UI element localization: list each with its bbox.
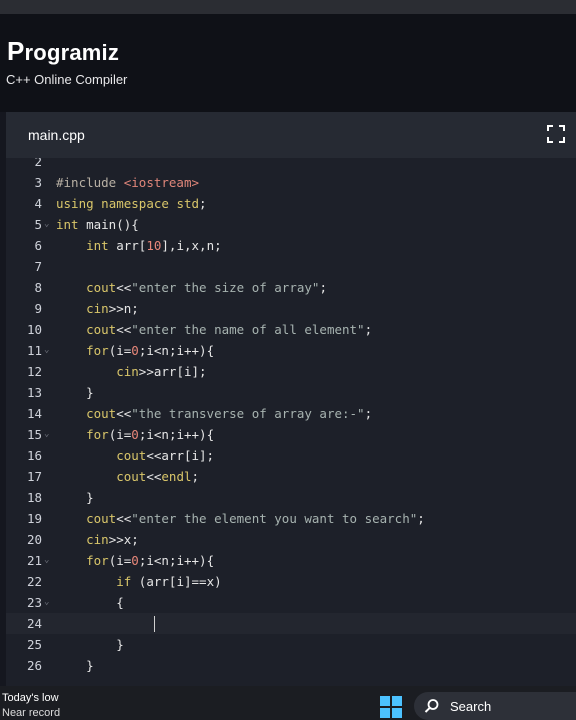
code-line[interactable]: 4 using namespace std; [6, 193, 576, 214]
code-text: int arr[10],i,x,n; [86, 238, 222, 253]
text-cursor [154, 616, 155, 632]
tab-main-cpp[interactable]: main.cpp [28, 127, 85, 143]
editor-tab-bar: main.cpp [6, 112, 576, 158]
code-line[interactable]: 8 cout<<"enter the size of array"; [6, 277, 576, 298]
weather-widget-line1[interactable]: Today's low [2, 692, 59, 704]
code-line[interactable]: 3 #include <iostream> [6, 172, 576, 193]
site-header: Programiz C++ Online Compiler [0, 14, 576, 112]
code-line[interactable]: 26 } [6, 655, 576, 676]
code-line[interactable]: 21 ⌄ for(i=0;i<n;i++){ [6, 550, 576, 571]
line-number: 8 [34, 280, 42, 295]
code-text: cout<<"the transverse of array are:-"; [86, 406, 373, 421]
taskbar-search[interactable]: Search [414, 692, 576, 720]
line-number: 21 [26, 553, 42, 568]
line-number: 2 [34, 158, 42, 169]
code-text: cin>>x; [86, 532, 139, 547]
fold-arrow-icon[interactable]: ⌄ [44, 424, 49, 445]
code-text: cin>>arr[i]; [116, 364, 207, 379]
taskbar: Today's low Near record Search [0, 686, 576, 720]
code-text: cout<<endl; [116, 469, 200, 484]
line-number: 26 [26, 658, 42, 673]
code-text: using namespace std; [56, 196, 207, 211]
code-text: } [56, 637, 124, 652]
weather-widget-line2[interactable]: Near record [2, 707, 60, 719]
fold-arrow-icon[interactable]: ⌄ [44, 340, 49, 361]
code-line[interactable]: 5 ⌄ int main(){ [6, 214, 576, 235]
line-number: 18 [26, 490, 42, 505]
line-number: 13 [26, 385, 42, 400]
programiz-logo[interactable]: Programiz [7, 36, 119, 67]
line-number: 16 [26, 448, 42, 463]
line-number: 24 [26, 616, 42, 631]
code-text: int main(){ [56, 217, 139, 232]
code-line[interactable]: 15 ⌄ for(i=0;i<n;i++){ [6, 424, 576, 445]
code-text: for(i=0;i<n;i++){ [86, 553, 215, 568]
code-line[interactable]: 20 cin>>x; [6, 529, 576, 550]
search-icon [424, 699, 439, 713]
code-line[interactable]: 9 cin>>n; [6, 298, 576, 319]
code-line[interactable]: 10 cout<<"enter the name of all element"… [6, 319, 576, 340]
code-line[interactable]: 18 } [6, 487, 576, 508]
fullscreen-icon[interactable] [546, 124, 566, 144]
code-line[interactable]: 13 } [6, 382, 576, 403]
line-number: 10 [26, 322, 42, 337]
code-line[interactable]: 25 } [6, 634, 576, 655]
code-text: cout<<"enter the name of all element"; [86, 322, 373, 337]
line-number: 25 [26, 637, 42, 652]
line-number: 7 [34, 259, 42, 274]
code-text: } [56, 385, 94, 400]
code-text: cout<<"enter the element you want to sea… [86, 511, 425, 526]
line-number: 23 [26, 595, 42, 610]
line-number: 15 [26, 427, 42, 442]
line-number: 3 [34, 175, 42, 190]
code-text: for(i=0;i<n;i++){ [86, 343, 215, 358]
code-line[interactable]: 17 cout<<endl; [6, 466, 576, 487]
code-line[interactable]: 23 ⌄ { [6, 592, 576, 613]
line-number: 22 [26, 574, 42, 589]
windows-start-icon[interactable] [380, 696, 402, 718]
line-number: 14 [26, 406, 42, 421]
line-number: 11 [26, 343, 42, 358]
code-line[interactable]: 19 cout<<"enter the element you want to … [6, 508, 576, 529]
code-line[interactable]: 6 int arr[10],i,x,n; [6, 235, 576, 256]
code-text: #include <iostream> [56, 175, 200, 190]
code-line[interactable]: 16 cout<<arr[i]; [6, 445, 576, 466]
code-line[interactable]: 24 [6, 613, 576, 634]
search-label: Search [450, 699, 492, 714]
code-line[interactable]: 2 [6, 158, 576, 172]
code-editor[interactable]: 2 3 #include <iostream> 4 using namespace st… [6, 158, 576, 686]
fold-arrow-icon[interactable]: ⌄ [44, 592, 49, 613]
code-line[interactable]: 11 ⌄ for(i=0;i<n;i++){ [6, 340, 576, 361]
window-top-strip [0, 0, 576, 14]
line-number: 5 [34, 217, 42, 232]
line-number: 17 [26, 469, 42, 484]
code-line[interactable]: 22 if (arr[i]==x) [6, 571, 576, 592]
line-number: 6 [34, 238, 42, 253]
code-text: for(i=0;i<n;i++){ [86, 427, 215, 442]
code-text: { [56, 595, 124, 610]
code-line[interactable]: 7 [6, 256, 576, 277]
line-number: 9 [34, 301, 42, 316]
code-text: cout<<"enter the size of array"; [86, 280, 327, 295]
code-line[interactable]: 14 cout<<"the transverse of array are:-"… [6, 403, 576, 424]
code-text: cout<<arr[i]; [116, 448, 215, 463]
code-text: cin>>n; [86, 301, 139, 316]
line-number: 20 [26, 532, 42, 547]
line-number: 19 [26, 511, 42, 526]
line-number: 4 [34, 196, 42, 211]
code-line[interactable]: 12 cin>>arr[i]; [6, 361, 576, 382]
code-text: } [56, 490, 94, 505]
code-text: } [56, 658, 94, 673]
line-number: 12 [26, 364, 42, 379]
page-subtitle: C++ Online Compiler [6, 72, 128, 87]
code-text: if (arr[i]==x) [116, 574, 222, 589]
fold-arrow-icon[interactable]: ⌄ [44, 214, 49, 235]
fold-arrow-icon[interactable]: ⌄ [44, 550, 49, 571]
